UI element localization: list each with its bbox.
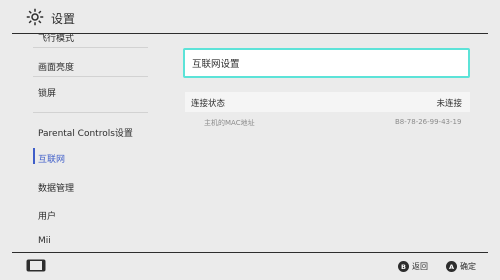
header-bar: 设置 (0, 0, 500, 34)
connection-status-row: 连接状态 未连接 (185, 92, 470, 112)
footer-divider (12, 252, 488, 253)
sidebar-item-airplane-mode[interactable]: 飞行模式 (38, 34, 74, 44)
page-title: 设置 (51, 12, 76, 26)
sidebar-item-screen-lock[interactable]: 锁屏 (38, 86, 56, 99)
sidebar-item-brightness[interactable]: 画面亮度 (38, 60, 74, 73)
sidebar-item-internet[interactable]: 互联网 (38, 152, 65, 165)
internet-settings-button[interactable]: 互联网设置 (183, 48, 470, 78)
sidebar-item-mii[interactable]: Mii (38, 236, 51, 246)
sidebar-divider (33, 47, 148, 48)
sidebar-item-parental-controls[interactable]: Parental Controls设置 (38, 126, 133, 139)
b-button-icon: B (398, 261, 409, 272)
back-label: 返回 (412, 262, 428, 271)
ok-button[interactable]: A 确定 (446, 261, 476, 272)
sidebar-item-users[interactable]: 用户 (38, 209, 56, 222)
a-button-icon: A (446, 261, 457, 272)
sidebar: 飞行模式 画面亮度 锁屏 Parental Controls设置 互联网 数据管… (0, 34, 160, 252)
sidebar-divider (33, 76, 148, 77)
back-button[interactable]: B 返回 (398, 261, 428, 272)
connection-status-value: 未连接 (436, 99, 462, 109)
internet-settings-label: 互联网设置 (192, 59, 240, 70)
sidebar-item-data-management[interactable]: 数据管理 (38, 181, 74, 194)
console-icon (26, 259, 46, 272)
gear-icon (26, 8, 44, 26)
mac-address-label: 主机的MAC地址 (204, 119, 255, 127)
mac-address-value: B8-78-26-99-43-19 (395, 118, 462, 126)
sidebar-divider (33, 112, 148, 113)
ok-label: 确定 (460, 262, 476, 271)
connection-status-label: 连接状态 (191, 99, 226, 109)
sidebar-selection-indicator (33, 148, 35, 164)
